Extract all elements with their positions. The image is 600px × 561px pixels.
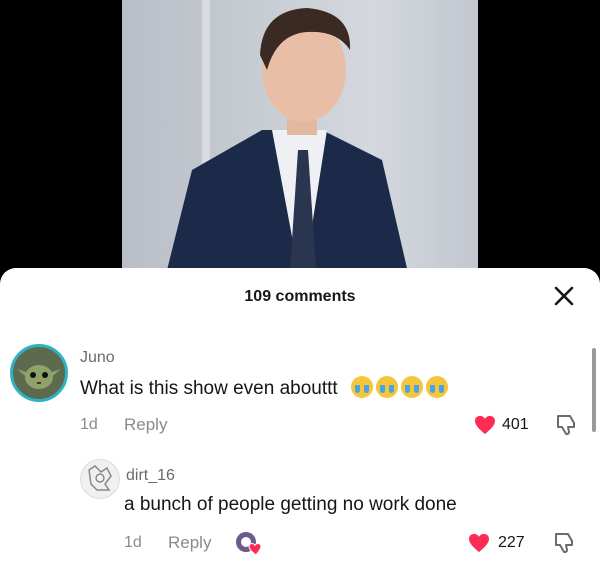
comment-text: What is this show even abouttt [80, 376, 448, 400]
baby-yoda-avatar-icon [17, 365, 61, 389]
comment-username[interactable]: Juno [80, 349, 115, 367]
loudly-crying-emoji-icon [400, 376, 423, 398]
comment-text: a bunch of people getting no work done [124, 494, 457, 515]
like-count: 401 [502, 416, 529, 433]
thumbs-down-icon [557, 415, 575, 436]
video-player[interactable] [0, 0, 600, 290]
heart-icon [469, 533, 489, 553]
dislike-button[interactable] [552, 531, 576, 555]
heart-icon [475, 415, 495, 435]
comment-age: 1d [80, 416, 98, 433]
like-count: 227 [498, 534, 525, 551]
loudly-crying-emoji-icon [375, 376, 398, 398]
close-icon[interactable] [552, 284, 576, 308]
like-button[interactable]: 401 [474, 413, 536, 437]
video-still-image [162, 0, 412, 290]
scrollbar[interactable] [592, 348, 596, 432]
thumbs-down-icon [555, 533, 573, 554]
comment-text-body: What is this show even abouttt [80, 378, 338, 399]
avatar[interactable] [80, 459, 120, 499]
dislike-button[interactable] [554, 413, 578, 437]
reply-button[interactable]: Reply [168, 533, 211, 553]
comment-age: 1d [124, 534, 142, 551]
creator-liked-heart-icon [236, 532, 262, 556]
sketch-avatar-icon [88, 465, 112, 491]
avatar[interactable] [10, 344, 68, 402]
video-frame [122, 0, 478, 290]
loudly-crying-emoji-icon [425, 376, 448, 398]
reply-button[interactable]: Reply [124, 415, 167, 435]
loudly-crying-emoji-icon [350, 376, 373, 398]
creator-liked-badge [234, 530, 266, 556]
comments-count-title: 109 comments [244, 288, 356, 305]
like-button[interactable]: 227 [468, 531, 534, 555]
comment-username[interactable]: dirt_16 [126, 467, 175, 485]
